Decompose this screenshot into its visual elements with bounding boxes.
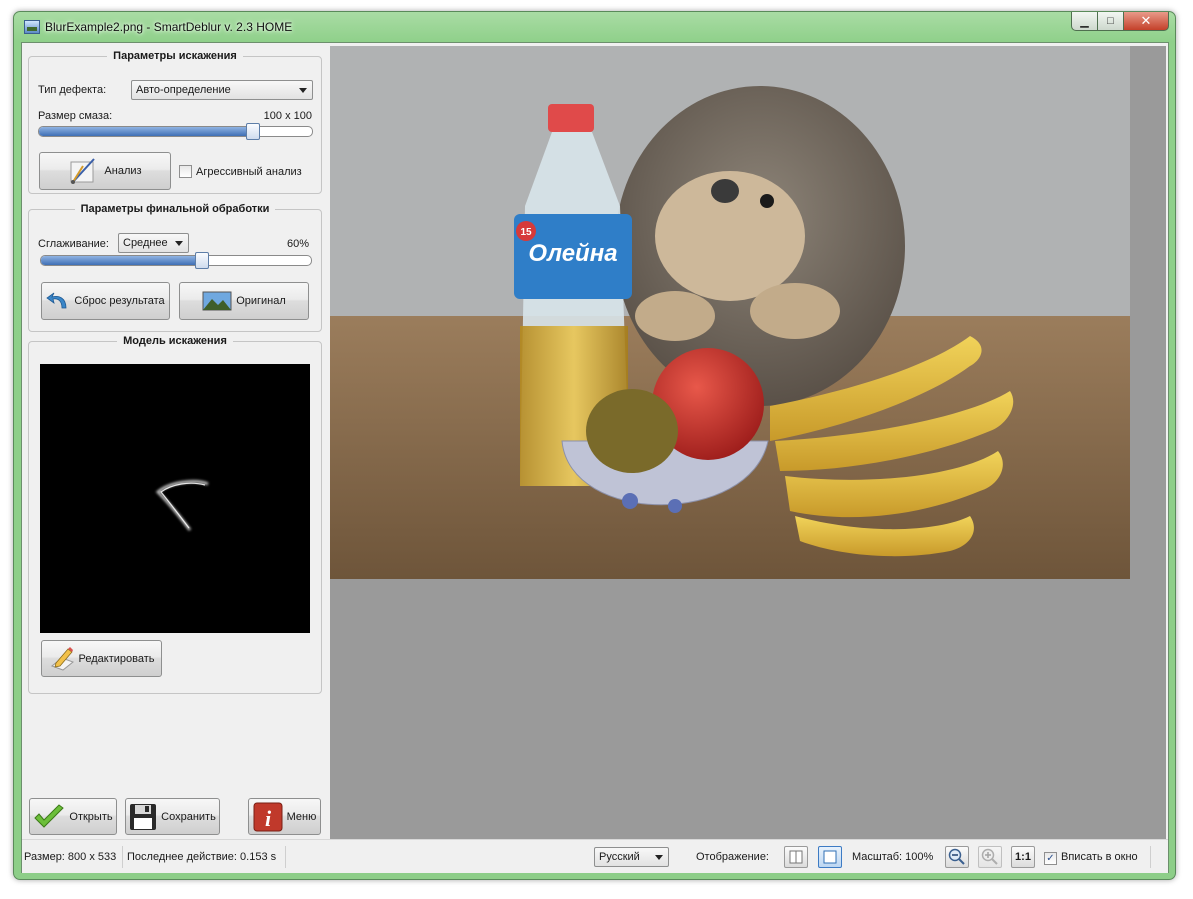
zoom-out-icon xyxy=(948,848,965,865)
single-view-button[interactable] xyxy=(818,846,842,868)
still-life-photo: Олейна 15 xyxy=(330,46,1130,579)
original-button-label: Оригинал xyxy=(236,295,286,307)
client-area: Параметры искажения Тип дефекта: Авто-оп… xyxy=(21,42,1169,873)
status-separator xyxy=(285,846,286,868)
status-separator xyxy=(122,846,123,868)
svg-text:i: i xyxy=(265,806,272,831)
single-view-icon xyxy=(823,850,837,864)
display-mode-label: Отображение: xyxy=(696,851,769,863)
blur-size-label: Размер смаза: xyxy=(38,110,113,122)
menu-button[interactable]: i Меню xyxy=(248,798,321,835)
aggressive-analysis-checkbox[interactable] xyxy=(179,165,192,178)
smoothing-select[interactable]: Среднее xyxy=(118,233,189,253)
actual-size-button[interactable]: 1:1 xyxy=(1011,846,1035,868)
window-title: BlurExample2.png - SmartDeblur v. 2.3 HO… xyxy=(45,20,293,34)
slider-thumb[interactable] xyxy=(195,252,209,269)
blur-size-value: 100 x 100 xyxy=(263,110,312,122)
app-icon xyxy=(24,20,40,34)
settings-panel: Параметры искажения Тип дефекта: Авто-оп… xyxy=(22,43,330,839)
smoothing-value: Среднее xyxy=(123,237,168,249)
analyze-button[interactable]: Анализ xyxy=(39,152,171,190)
landscape-photo-icon xyxy=(202,291,232,311)
final-processing-legend: Параметры финальной обработки xyxy=(80,203,270,215)
close-button[interactable]: ✕ xyxy=(1124,12,1169,31)
zoom-level-label: Масштаб: 100% xyxy=(852,851,934,863)
analyze-button-label: Анализ xyxy=(104,165,142,177)
undo-arrow-icon xyxy=(46,292,67,309)
bottle-brand-label: Олейна xyxy=(528,240,617,267)
blur-kernel-trace xyxy=(155,480,209,531)
save-button[interactable]: Сохранить xyxy=(125,798,220,835)
distortion-model-group: Модель искажения Редактировать xyxy=(28,335,322,694)
distortion-model-legend: Модель искажения xyxy=(123,335,227,347)
app-window: BlurExample2.png - SmartDeblur v. 2.3 HO… xyxy=(13,11,1176,880)
defect-type-value: Авто-определение xyxy=(136,84,231,96)
maximize-button[interactable]: □ xyxy=(1098,12,1124,31)
defect-type-select[interactable]: Авто-определение xyxy=(131,80,313,100)
edit-kernel-button[interactable]: Редактировать xyxy=(41,640,162,677)
minimize-button[interactable]: ▁ xyxy=(1071,12,1098,31)
chevron-down-icon xyxy=(175,241,183,246)
smoothing-slider[interactable] xyxy=(40,252,312,269)
image-size-status: Размер: 800 x 533 xyxy=(24,851,117,863)
distortion-params-legend: Параметры искажения xyxy=(113,50,237,62)
language-value: Русский xyxy=(599,851,640,863)
checkmark-open-icon xyxy=(34,803,65,828)
bottle-badge: 15 xyxy=(520,227,532,238)
smoothing-label: Сглаживание: xyxy=(38,238,109,250)
slider-thumb[interactable] xyxy=(246,123,260,140)
aggressive-analysis-label: Агрессивный анализ xyxy=(196,166,302,178)
edit-kernel-label: Редактировать xyxy=(78,652,155,665)
zoom-in-button[interactable] xyxy=(978,846,1002,868)
reset-result-label: Сброс результата xyxy=(74,295,165,307)
last-action-status: Последнее действие: 0.153 s xyxy=(127,851,277,863)
reset-result-button[interactable]: Сброс результата xyxy=(41,282,170,320)
deblurred-photo[interactable]: Олейна 15 xyxy=(330,46,1130,579)
blur-size-slider[interactable] xyxy=(38,123,313,140)
open-button-label: Открыть xyxy=(69,810,113,823)
window-controls: ▁ □ ✕ xyxy=(1071,12,1169,31)
kernel-preview[interactable] xyxy=(40,364,310,633)
save-button-label: Сохранить xyxy=(161,810,216,823)
zoom-out-button[interactable] xyxy=(945,846,969,868)
protractor-icon xyxy=(70,158,96,184)
pencil-edit-icon xyxy=(50,646,74,671)
status-separator xyxy=(1150,846,1151,868)
split-view-button[interactable] xyxy=(784,846,808,868)
chevron-down-icon xyxy=(299,88,307,93)
fit-to-window-checkbox[interactable]: ✓ xyxy=(1044,852,1057,865)
status-bar: Размер: 800 x 533 Последнее действие: 0.… xyxy=(22,839,1168,873)
open-button[interactable]: Открыть xyxy=(29,798,117,835)
title-bar[interactable]: BlurExample2.png - SmartDeblur v. 2.3 HO… xyxy=(14,12,1175,42)
zoom-in-icon xyxy=(981,848,998,865)
slider-fill xyxy=(41,256,202,265)
fit-to-window-label: Вписать в окно xyxy=(1061,851,1138,863)
distortion-params-group: Параметры искажения Тип дефекта: Авто-оп… xyxy=(28,50,322,194)
image-canvas[interactable]: Олейна 15 xyxy=(330,46,1166,839)
final-processing-group: Параметры финальной обработки Сглаживани… xyxy=(28,203,322,332)
language-select[interactable]: Русский xyxy=(594,847,669,867)
split-view-icon xyxy=(789,850,803,864)
chevron-down-icon xyxy=(655,855,663,860)
info-icon: i xyxy=(253,802,283,831)
defect-type-label: Тип дефекта: xyxy=(38,84,107,96)
original-button[interactable]: Оригинал xyxy=(179,282,309,320)
smoothing-percent: 60% xyxy=(286,238,309,250)
menu-button-label: Меню xyxy=(286,810,317,823)
floppy-disk-icon xyxy=(130,803,157,830)
slider-fill xyxy=(39,127,253,136)
